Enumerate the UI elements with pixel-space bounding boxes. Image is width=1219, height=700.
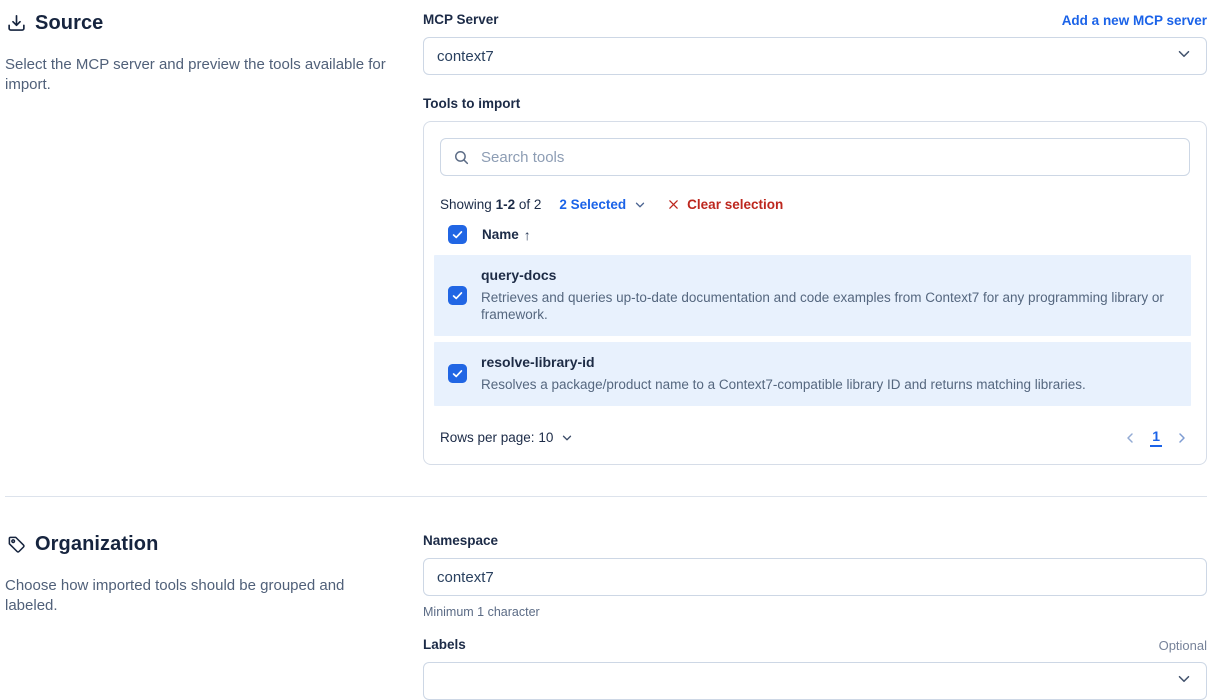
namespace-field-wrap (423, 558, 1207, 596)
add-mcp-server-link[interactable]: Add a new MCP server (1062, 13, 1207, 28)
page-number-button[interactable]: 1 (1150, 428, 1162, 447)
organization-section-form: Namespace Minimum 1 character Labels Opt… (423, 531, 1207, 700)
tool-description: Resolves a package/product name to a Con… (481, 376, 1086, 393)
section-divider (5, 496, 1207, 497)
organization-section-title: Organization (7, 533, 395, 556)
namespace-hint: Minimum 1 character (423, 605, 1207, 619)
clear-selection-label: Clear selection (687, 197, 783, 212)
organization-section-description: Choose how imported tools should be grou… (5, 576, 365, 616)
next-page-button[interactable] (1174, 430, 1190, 446)
namespace-field[interactable] (437, 569, 1193, 586)
previous-page-button[interactable] (1122, 430, 1138, 446)
table-row[interactable]: query-docs Retrieves and queries up-to-d… (434, 255, 1191, 336)
chevron-down-icon (560, 431, 574, 445)
row-checkbox[interactable] (448, 364, 467, 383)
name-column-label: Name (482, 227, 519, 242)
organization-title-text: Organization (35, 533, 158, 556)
select-all-checkbox[interactable] (448, 225, 467, 244)
rows-per-page-text: Rows per page: 10 (440, 430, 553, 445)
organization-section-intro: Organization Choose how imported tools s… (5, 531, 423, 700)
source-section-title: Source (7, 12, 395, 35)
source-title-text: Source (35, 12, 103, 35)
table-row[interactable]: resolve-library-id Resolves a package/pr… (434, 342, 1191, 406)
tools-search-input[interactable] (479, 148, 1177, 167)
showing-range: 1-2 (496, 197, 516, 212)
selected-count-label: 2 Selected (559, 197, 626, 212)
download-icon (7, 14, 26, 33)
tool-name: resolve-library-id (481, 354, 1086, 370)
source-section-form: MCP Server Add a new MCP server context7… (423, 10, 1207, 465)
labels-combobox[interactable] (423, 662, 1207, 700)
search-icon (453, 149, 470, 166)
chevron-down-icon (1175, 670, 1193, 692)
namespace-label: Namespace (423, 533, 498, 549)
chevron-down-icon (1175, 45, 1193, 67)
tool-row-content: query-docs Retrieves and queries up-to-d… (481, 267, 1175, 323)
mcp-server-selected-value: context7 (437, 48, 494, 65)
import-mcp-tools-page: Source Select the MCP server and preview… (0, 0, 1219, 700)
tools-to-import-label: Tools to import (423, 96, 1207, 112)
labels-label: Labels (423, 637, 466, 653)
rows-per-page-label: Rows per page: (440, 430, 535, 445)
tools-search-box (440, 138, 1190, 176)
tools-panel: Showing 1-2 of 2 2 Selected (423, 121, 1207, 465)
labels-label-row: Labels Optional (423, 637, 1207, 653)
namespace-label-row: Namespace (423, 533, 1207, 549)
name-column-header[interactable]: Name ↑ (482, 227, 531, 243)
mcp-server-label: MCP Server (423, 12, 499, 28)
row-checkbox[interactable] (448, 286, 467, 305)
close-icon (667, 198, 680, 211)
tools-rows: query-docs Retrieves and queries up-to-d… (434, 255, 1191, 406)
labels-field-group: Labels Optional (423, 637, 1207, 700)
rows-per-page-value: 10 (538, 430, 553, 445)
selection-meta-row: Showing 1-2 of 2 2 Selected (440, 197, 1190, 212)
tools-table-header: Name ↑ (448, 225, 1190, 244)
mcp-server-select[interactable]: context7 (423, 37, 1207, 75)
source-section-description: Select the MCP server and preview the to… (5, 55, 393, 95)
sort-ascending-icon: ↑ (524, 227, 531, 243)
tool-description: Retrieves and queries up-to-date documen… (481, 289, 1175, 323)
tool-name: query-docs (481, 267, 1175, 283)
tag-icon (7, 535, 26, 554)
showing-suffix: of 2 (519, 197, 542, 212)
showing-prefix: Showing (440, 197, 492, 212)
labels-optional-badge: Optional (1159, 638, 1207, 653)
tools-panel-footer: Rows per page: 10 1 (424, 406, 1206, 464)
pagination: 1 (1122, 428, 1190, 447)
mcp-server-label-row: MCP Server Add a new MCP server (423, 12, 1207, 28)
showing-count-text: Showing 1-2 of 2 (440, 197, 541, 212)
rows-per-page-control[interactable]: Rows per page: 10 (440, 430, 574, 445)
tool-row-content: resolve-library-id Resolves a package/pr… (481, 354, 1086, 393)
source-section-intro: Source Select the MCP server and preview… (5, 10, 423, 465)
selected-dropdown-button[interactable]: 2 Selected (559, 197, 647, 212)
organization-section: Organization Choose how imported tools s… (5, 531, 1207, 700)
source-section: Source Select the MCP server and preview… (5, 10, 1207, 465)
clear-selection-button[interactable]: Clear selection (667, 197, 783, 212)
chevron-down-icon (633, 198, 647, 212)
